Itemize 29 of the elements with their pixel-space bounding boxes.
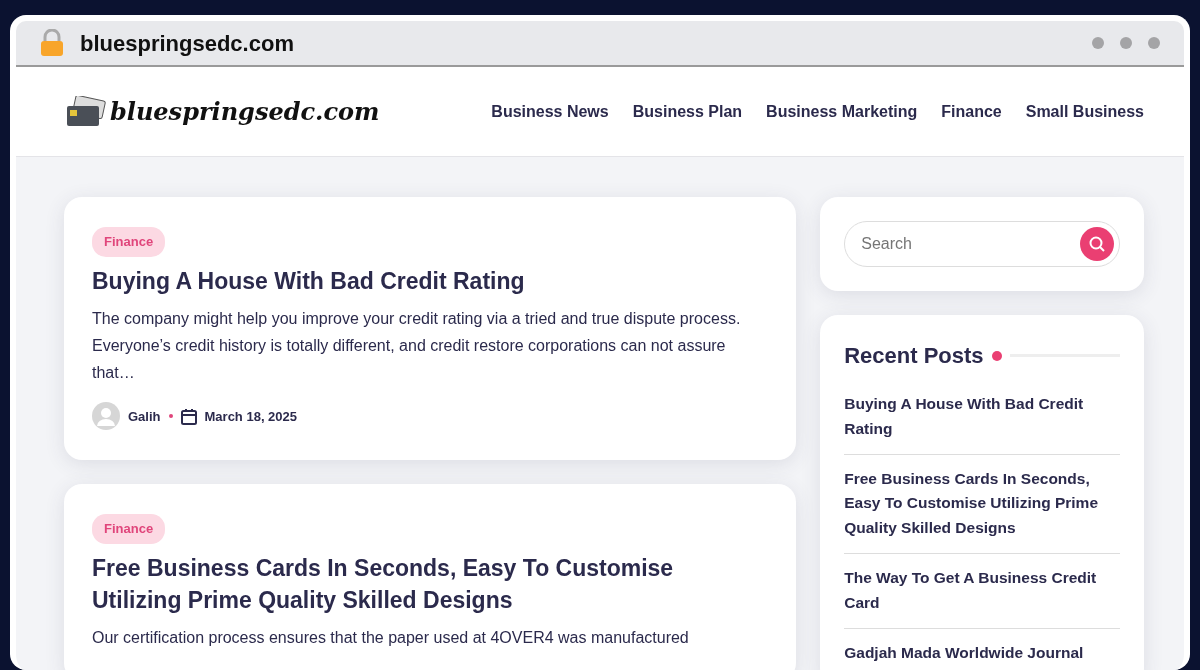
author-name[interactable]: Galih xyxy=(128,406,161,426)
widget-title: Recent Posts xyxy=(844,342,984,370)
recent-post-link[interactable]: The Way To Get A Business Credit Card xyxy=(844,554,1120,629)
post-excerpt: Our certification process ensures that the paper used at 4OVER4 was manufactured xyxy=(92,628,690,649)
post-title[interactable]: Free Business Cards In Seconds, Easy To Customise Utilizing Prime Quality Skilled Designs xyxy=(92,551,769,617)
nav-link[interactable]: Small Business xyxy=(1025,99,1144,124)
recent-post-link[interactable]: Buying A House With Bad Credit Rating xyxy=(844,380,1120,455)
separator-dot xyxy=(168,414,173,419)
search-field[interactable]: Search xyxy=(844,221,1120,267)
nav-link[interactable]: Business Plan xyxy=(632,99,743,124)
recent-post-link[interactable]: Free Business Cards In Seconds, Easy To Customise Utilizing Prime Quality Skilled Designs xyxy=(844,454,1120,554)
avatar-icon xyxy=(92,402,120,431)
nav-link[interactable]: Business Marketing xyxy=(766,99,918,124)
search-icon xyxy=(1088,235,1106,253)
window-dot xyxy=(1148,37,1160,49)
nav-link[interactable]: Business News xyxy=(491,99,609,124)
logo-text[interactable]: bluespringsedc.com xyxy=(110,93,380,130)
credit-card-icon xyxy=(66,95,106,128)
post-date[interactable]: March 18, 2025 xyxy=(204,406,298,426)
recent-post-link[interactable]: Gadjah Mada Worldwide Journal xyxy=(844,628,1120,670)
post-excerpt: The company might help you improve your credit rating via a tried and true dispute process. Everyone’s credit history is totally different, and credit restore corporations can not assure that… xyxy=(92,308,742,384)
window-dot xyxy=(1120,37,1132,49)
window-dot xyxy=(1092,37,1104,49)
accent-dot xyxy=(991,350,1002,361)
nav-link[interactable]: Finance xyxy=(941,99,1002,124)
address-text[interactable]: bluespringsedc.com xyxy=(80,26,294,60)
post-title[interactable]: Buying A House With Bad Credit Rating xyxy=(92,264,769,297)
lock-icon xyxy=(40,29,64,57)
calendar-icon xyxy=(180,407,197,425)
